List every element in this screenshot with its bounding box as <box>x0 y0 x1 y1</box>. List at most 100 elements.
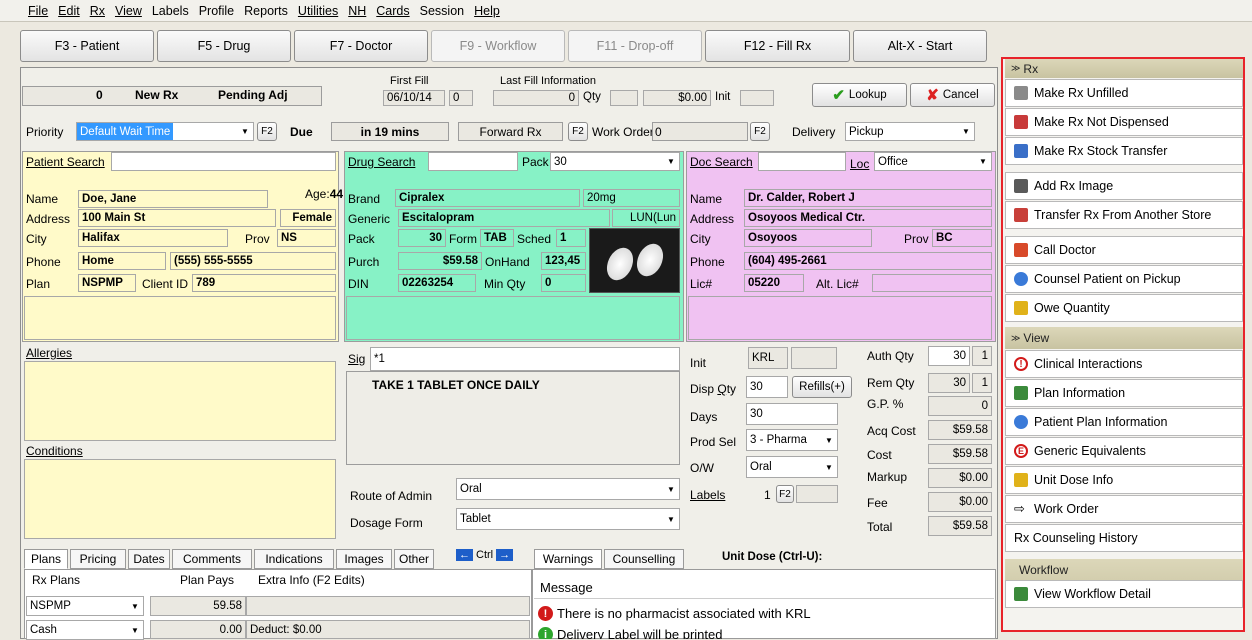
cost-value: $59.58 <box>928 444 992 464</box>
disp-qty-label: Disp Qty <box>690 382 737 396</box>
auth-qty-label: Auth Qty <box>867 349 914 363</box>
lookup-label: Lookup <box>848 89 887 101</box>
tab-comments[interactable]: Comments <box>172 549 252 569</box>
rx-section-header[interactable]: ≫ Rx <box>1005 59 1243 78</box>
forward-f2-button[interactable]: F2 <box>568 122 588 141</box>
tab-counselling[interactable]: Counselling <box>604 549 684 569</box>
drug-search-input[interactable] <box>428 152 518 171</box>
menu-file[interactable]: File <box>28 4 48 18</box>
lic-label: Lic# <box>690 277 713 291</box>
menu-cards[interactable]: Cards <box>376 4 409 18</box>
view-section-header[interactable]: ≫ View <box>1005 327 1243 349</box>
patient-search-input[interactable] <box>111 152 336 171</box>
menu-rx[interactable]: Rx <box>90 4 105 18</box>
prov-label: Prov <box>245 232 270 246</box>
delivery-select[interactable]: Pickup ▼ <box>845 122 975 141</box>
menu-utilities[interactable]: Utilities <box>298 4 338 18</box>
view-workflow-detail-item[interactable]: View Workflow Detail <box>1005 580 1243 608</box>
transfer-rx-item[interactable]: Transfer Rx From Another Store <box>1005 201 1243 229</box>
menu-edit[interactable]: Edit <box>58 4 80 18</box>
prodsel-select[interactable]: 3 - Pharma ▼ <box>746 429 838 451</box>
tab-warnings[interactable]: Warnings <box>534 549 602 569</box>
first-fill-qty: 0 <box>449 90 473 106</box>
add-rx-image-item[interactable]: Add Rx Image <box>1005 172 1243 200</box>
owe-quantity-item[interactable]: Owe Quantity <box>1005 294 1243 322</box>
work-order-f2-button[interactable]: F2 <box>750 122 770 141</box>
menu-profile[interactable]: Profile <box>199 4 234 18</box>
disp-qty-input[interactable]: 30 <box>746 376 788 398</box>
menu-nh[interactable]: NH <box>348 4 366 18</box>
menu-view[interactable]: View <box>115 4 142 18</box>
work-order-item[interactable]: ⇨ Work Order <box>1005 495 1243 523</box>
doc-search-input[interactable] <box>758 152 846 171</box>
route-select[interactable]: Oral ▼ <box>456 478 680 500</box>
make-rx-not-dispensed-item[interactable]: Make Rx Not Dispensed <box>1005 108 1243 136</box>
forward-rx[interactable]: Forward Rx <box>458 122 563 141</box>
plan-row-2-select[interactable]: Cash ▼ <box>26 620 144 640</box>
make-rx-unfilled-item[interactable]: Make Rx Unfilled <box>1005 79 1243 107</box>
loc-select[interactable]: Office ▼ <box>874 152 992 171</box>
priority-f2-button[interactable]: F2 <box>257 122 277 141</box>
ow-select[interactable]: Oral ▼ <box>746 456 838 478</box>
clinical-interactions-item[interactable]: ! Clinical Interactions <box>1005 350 1243 378</box>
message-item: i Delivery Label will be printed <box>538 627 722 639</box>
tab-images[interactable]: Images <box>336 549 392 569</box>
priority-select[interactable]: Default Wait Time ▼ <box>76 122 254 141</box>
generic-equivalents-item[interactable]: E Generic Equivalents <box>1005 437 1243 465</box>
sig-code-input[interactable]: *1 <box>370 347 680 371</box>
menu-help[interactable]: Help <box>474 4 500 18</box>
menu-labels[interactable]: Labels <box>152 4 189 18</box>
chevron-down-icon: ▼ <box>976 154 990 169</box>
patient-button[interactable]: F3 - Patient <box>20 30 154 62</box>
start-button[interactable]: Alt-X - Start <box>853 30 987 62</box>
sched-label: Sched <box>517 232 552 246</box>
days-input[interactable]: 30 <box>746 403 838 425</box>
plan-information-item[interactable]: Plan Information <box>1005 379 1243 407</box>
item-label: Clinical Interactions <box>1034 357 1143 371</box>
tab-other[interactable]: Other <box>394 549 434 569</box>
menu-session[interactable]: Session <box>420 4 464 18</box>
rx-counseling-history-item[interactable]: Rx Counseling History <box>1005 524 1243 552</box>
workflow-button[interactable]: F9 - Workflow <box>431 30 565 62</box>
unit-dose-info-item[interactable]: Unit Dose Info <box>1005 466 1243 494</box>
init-label: Init <box>715 91 731 103</box>
first-fill-label: First Fill <box>390 75 429 87</box>
auth-qty-2: 1 <box>972 346 992 366</box>
patient-phone: (555) 555-5555 <box>170 252 336 270</box>
rx-number: 0 <box>96 88 103 102</box>
patient-prov: NS <box>277 229 336 247</box>
doctor-button[interactable]: F7 - Doctor <box>294 30 428 62</box>
tab-plans[interactable]: Plans <box>24 549 68 569</box>
tab-dates[interactable]: Dates <box>128 549 170 569</box>
call-doctor-item[interactable]: Call Doctor <box>1005 236 1243 264</box>
drug-button[interactable]: F5 - Drug <box>157 30 291 62</box>
allergies-box[interactable] <box>24 361 336 441</box>
conditions-box[interactable] <box>24 459 336 539</box>
patient-plan-information-item[interactable]: Patient Plan Information <box>1005 408 1243 436</box>
counsel-patient-item[interactable]: Counsel Patient on Pickup <box>1005 265 1243 293</box>
pack-select[interactable]: 30 ▼ <box>550 152 680 171</box>
tab-indications[interactable]: Indications <box>254 549 334 569</box>
new-rx-label: New Rx <box>135 88 179 102</box>
work-order-value[interactable]: 0 <box>652 122 748 141</box>
fill-rx-button[interactable]: F12 - Fill Rx <box>705 30 850 62</box>
form-label: Form <box>449 232 477 246</box>
item-label: Owe Quantity <box>1034 301 1110 315</box>
arrow-left-icon[interactable]: ← <box>456 549 473 561</box>
patient-plan: NSPMP <box>78 274 136 292</box>
refills-button[interactable]: Refills(+) <box>792 376 852 398</box>
labels-f2-button[interactable]: F2 <box>776 485 794 503</box>
make-rx-stock-transfer-item[interactable]: Make Rx Stock Transfer <box>1005 137 1243 165</box>
lookup-button[interactable]: ✔ Lookup <box>812 83 907 107</box>
ctrl-label: Ctrl <box>476 549 494 561</box>
cancel-label: Cancel <box>942 89 979 101</box>
cancel-button[interactable]: ✘ Cancel <box>910 83 995 107</box>
item-label: Make Rx Not Dispensed <box>1034 115 1169 129</box>
drop-off-button[interactable]: F11 - Drop-off <box>568 30 702 62</box>
dosage-select[interactable]: Tablet ▼ <box>456 508 680 530</box>
plan-row-1-select[interactable]: NSPMP ▼ <box>26 596 144 616</box>
auth-qty-input[interactable]: 30 <box>928 346 970 366</box>
menu-reports[interactable]: Reports <box>244 4 288 18</box>
arrow-right-icon[interactable]: → <box>496 549 514 561</box>
tab-pricing[interactable]: Pricing <box>70 549 126 569</box>
